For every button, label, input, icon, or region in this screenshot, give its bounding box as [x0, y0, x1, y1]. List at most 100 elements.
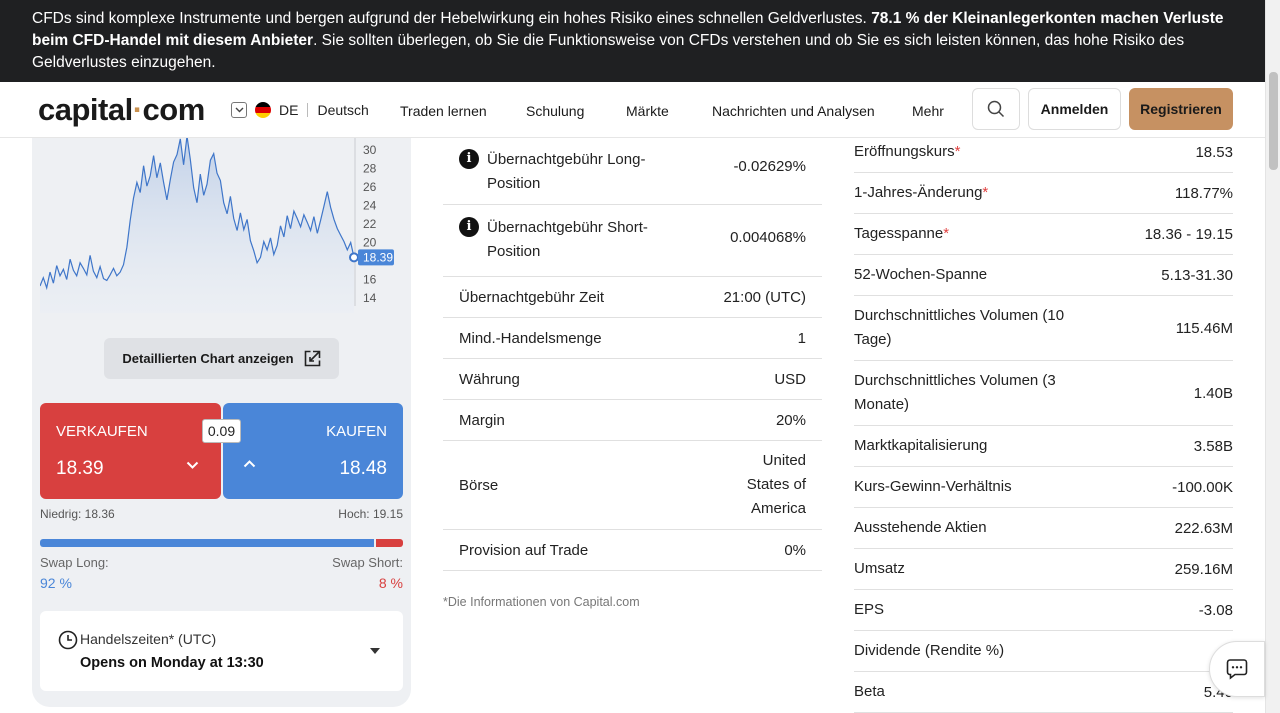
chart-current-point — [349, 252, 359, 263]
register-button[interactable]: Registrieren — [1129, 88, 1233, 130]
table-row: Beta 5.40 — [854, 672, 1233, 713]
footnote-star: * — [982, 184, 989, 201]
info-icon[interactable]: i — [459, 149, 479, 169]
stat-label: Tagesspanne — [854, 225, 944, 242]
chevron-down-icon — [186, 461, 199, 469]
table-row: Marktkapitalisierung 3.58B — [854, 426, 1233, 467]
nav-maerkte[interactable]: Märkte — [626, 103, 669, 119]
stat-value: 259.16M — [1174, 560, 1233, 578]
y-tick-label: 24 — [363, 199, 377, 213]
y-tick-label: 26 — [363, 180, 377, 194]
table-row: Umsatz 259.16M — [854, 549, 1233, 590]
login-button[interactable]: Anmelden — [1028, 88, 1121, 130]
sell-button[interactable]: VERKAUFEN 18.39 — [40, 403, 221, 499]
expand-icon — [304, 350, 320, 367]
chat-icon — [1226, 659, 1248, 680]
stat-value: 118.77% — [1174, 184, 1233, 202]
stat-label: Dividende (Rendite %) — [854, 642, 1005, 659]
detail-label: Übernachtgebühr Short-Position — [487, 219, 648, 260]
stat-label: Umsatz — [854, 560, 905, 577]
nav-schulung[interactable]: Schulung — [526, 103, 584, 119]
price-chart[interactable]: 30 28 26 24 22 20 16 14 18.39 — [40, 138, 403, 313]
site-header: capital·com DE Deutsch Traden lernen Sch… — [0, 82, 1265, 138]
chevron-up-icon — [243, 460, 256, 468]
stat-label: EPS — [854, 601, 885, 618]
detail-label: Übernachtgebühr Zeit — [459, 288, 605, 306]
detail-value: 20% — [775, 411, 806, 429]
sell-price: 18.39 — [56, 458, 104, 479]
table-row: Margin 20% — [443, 400, 822, 441]
detail-value: USD — [774, 370, 806, 388]
y-tick-label: 28 — [363, 162, 377, 176]
live-chat-button[interactable] — [1209, 641, 1265, 697]
stat-label: Kurs-Gewinn-Verhältnis — [854, 478, 1012, 495]
risk-warning-banner: CFDs sind komplexe Instrumente und berge… — [0, 0, 1265, 82]
search-icon — [987, 100, 1005, 118]
detail-value: United States of America — [746, 452, 806, 517]
chart-area-fill — [40, 138, 354, 313]
y-tick-label: 14 — [363, 291, 377, 305]
table-row: i Übernachtgebühr Short-Position 0.00406… — [443, 205, 822, 277]
stat-value: 18.53 — [1195, 143, 1233, 161]
table-row: Eröffnungskurs* 18.53 — [854, 132, 1233, 173]
detail-value: 21:00 (UTC) — [723, 288, 806, 306]
page-scrollbar[interactable] — [1265, 0, 1280, 713]
detail-label: Börse — [459, 476, 499, 494]
table-row: Durchschnittliches Volumen (3 Monate) 1.… — [854, 361, 1233, 426]
stat-label: Durchschnittliches Volumen (3 Monate) — [854, 372, 1056, 413]
stat-value: 18.36 - 19.15 — [1144, 225, 1233, 243]
show-detailed-chart-button[interactable]: Detaillierten Chart anzeigen — [104, 338, 339, 379]
stat-label: Eröffnungskurs — [854, 143, 955, 160]
swap-long-label: Swap Long: — [40, 555, 109, 570]
y-tick-label: 30 — [363, 143, 377, 157]
detailed-chart-label: Detaillierten Chart anzeigen — [122, 351, 294, 366]
instrument-details-table: i Übernachtgebühr Long-Position -0.02629… — [443, 138, 822, 571]
language-divider — [307, 103, 309, 117]
table-row: Kurs-Gewinn-Verhältnis -100.00K — [854, 467, 1233, 508]
nav-nachrichten-und-analysen[interactable]: Nachrichten und Analysen — [712, 103, 875, 119]
table-row: 52-Wochen-Spanne 5.13-31.30 — [854, 255, 1233, 296]
stat-value: -100.00K — [1172, 478, 1233, 496]
detail-label: Margin — [459, 411, 505, 429]
detail-value: -0.02629% — [733, 158, 806, 175]
table-row: 1-Jahres-Änderung* 118.77% — [854, 173, 1233, 214]
nav-mehr[interactable]: Mehr — [912, 103, 944, 119]
language-name: Deutsch — [317, 102, 369, 118]
daily-low: Niedrig: 18.36 — [40, 507, 115, 521]
swap-long-value: 92 % — [40, 575, 72, 591]
caret-down-icon — [370, 648, 380, 654]
table-row: Tagesspanne* 18.36 - 19.15 — [854, 214, 1233, 255]
stat-value: 1.40B — [1193, 384, 1233, 402]
stat-label: Marktkapitalisierung — [854, 437, 988, 454]
region-code: DE — [279, 102, 299, 118]
spread-badge: 0.09 — [202, 419, 241, 443]
capital-com-logo[interactable]: capital·com — [38, 92, 205, 128]
table-row: EPS -3.08 — [854, 590, 1233, 631]
table-row: i Übernachtgebühr Long-Position -0.02629… — [443, 138, 822, 205]
nav-traden-lernen[interactable]: Traden lernen — [400, 103, 487, 119]
market-stats-table: Eröffnungskurs* 18.53 1-Jahres-Änderung*… — [854, 132, 1233, 713]
trading-hours-dropdown[interactable]: Handelszeiten* (UTC) Opens on Monday at … — [40, 611, 403, 691]
detail-label: Übernachtgebühr Long-Position — [487, 151, 646, 192]
data-source-footnote: *Die Informationen von Capital.com — [443, 595, 640, 609]
scrollbar-thumb[interactable] — [1269, 72, 1278, 170]
table-row: Dividende (Rendite %) N — [854, 631, 1233, 672]
stat-value: 115.46M — [1175, 319, 1233, 337]
detail-value: 0% — [784, 541, 806, 559]
detail-label: Mind.-Handelsmenge — [459, 329, 602, 347]
trading-hours-value: Opens on Monday at 13:30 — [80, 655, 264, 671]
trading-panel: 30 28 26 24 22 20 16 14 18.39 Detaillierten Cha… — [32, 138, 411, 707]
buy-button[interactable]: KAUFEN 18.48 — [223, 403, 403, 499]
table-row: Übernachtgebühr Zeit 21:00 (UTC) — [443, 277, 822, 318]
stat-label: Beta — [854, 683, 885, 700]
detail-value: 1 — [797, 329, 806, 347]
stat-value: 5.13-31.30 — [1161, 266, 1233, 284]
language-selector[interactable]: DE Deutsch — [231, 101, 369, 119]
table-row: Börse United States of America — [443, 441, 822, 530]
y-tick-label: 20 — [363, 236, 377, 250]
clock-icon — [58, 630, 78, 650]
risk-text-intro: CFDs sind komplexe Instrumente und berge… — [32, 10, 872, 27]
search-button[interactable] — [972, 88, 1020, 130]
trading-hours-label: Handelszeiten* (UTC) — [80, 631, 217, 647]
info-icon[interactable]: i — [459, 217, 479, 237]
